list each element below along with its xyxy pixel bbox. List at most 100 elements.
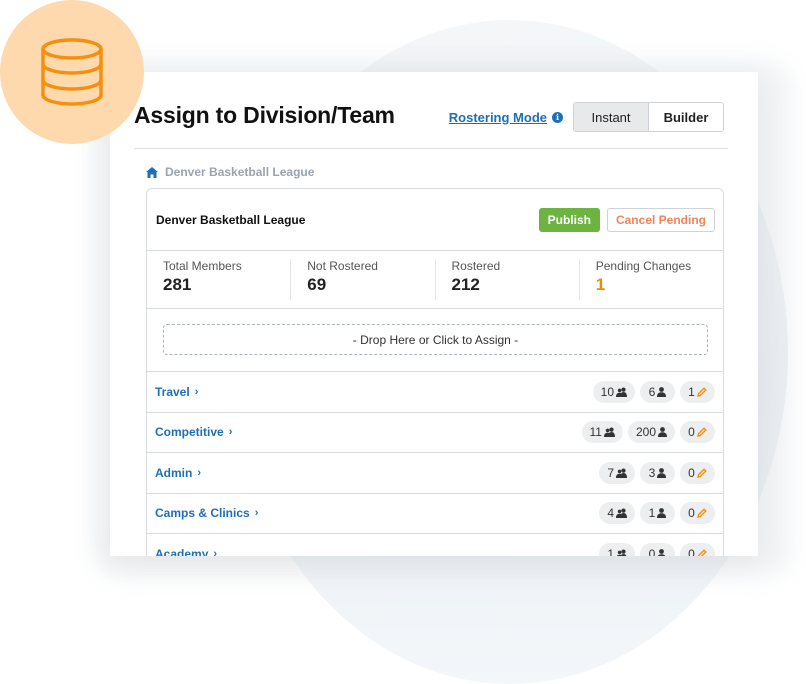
members-count-badge[interactable]: 1: [640, 502, 675, 525]
teams-count: 7: [607, 465, 614, 480]
home-icon[interactable]: [146, 166, 158, 178]
members-count-badge[interactable]: 0: [640, 542, 675, 556]
pending-count-badge[interactable]: 1: [680, 380, 715, 403]
teams-count: 1: [607, 546, 614, 556]
pending-count-badge[interactable]: 0: [680, 421, 715, 444]
pending-count: 0: [688, 465, 695, 480]
teams-count-badge[interactable]: 10: [592, 380, 635, 403]
mode-builder-button[interactable]: Builder: [649, 103, 723, 131]
division-name: Camps & Clinics: [155, 506, 250, 521]
info-circle-icon[interactable]: i: [552, 111, 563, 123]
division-link[interactable]: Camps & Clinics ›: [155, 506, 258, 520]
division-link[interactable]: Competitive ›: [155, 425, 232, 439]
pending-count: 1: [688, 384, 695, 399]
members-count-badge[interactable]: 3: [640, 461, 675, 484]
users-icon: [616, 387, 627, 397]
division-row: Academy › 1 0 0: [147, 534, 723, 556]
division-name: Travel: [155, 384, 190, 399]
pending-count: 0: [688, 506, 695, 521]
league-panel: Denver Basketball League Publish Cancel …: [146, 188, 724, 556]
stat-value: 281: [163, 275, 192, 294]
panel-header: Denver Basketball League Publish Cancel …: [147, 189, 723, 251]
users-icon: [616, 508, 627, 519]
pending-count-badge[interactable]: 0: [680, 502, 715, 525]
teams-count: 10: [600, 384, 614, 399]
stat-rostered: Rostered 212: [436, 259, 580, 300]
stat-value: 212: [451, 275, 480, 294]
members-count: 6: [648, 384, 656, 399]
chevron-right-icon: ›: [213, 547, 218, 556]
stat-pending-changes: Pending Changes 1: [580, 259, 723, 300]
header-divider: [134, 148, 728, 149]
chevron-right-icon: ›: [228, 426, 233, 439]
division-link[interactable]: Travel ›: [155, 385, 198, 399]
stat-not-rostered: Not Rostered 69: [291, 259, 436, 300]
members-count: 200: [635, 425, 656, 440]
division-name: Admin: [155, 465, 193, 480]
publish-button[interactable]: Publish: [538, 207, 600, 232]
pencil-icon: [697, 548, 707, 556]
panel-title: Denver Basketball League: [156, 212, 306, 227]
breadcrumb: Denver Basketball League: [146, 165, 314, 179]
members-count: 3: [648, 465, 656, 480]
stat-total-members: Total Members 281: [147, 259, 292, 300]
panel-actions: Publish Cancel Pending: [538, 207, 715, 232]
division-name: Competitive: [155, 425, 224, 440]
teams-count-badge[interactable]: 1: [599, 542, 635, 556]
division-row: Travel › 10 6 1: [147, 372, 723, 413]
pencil-icon: [696, 386, 707, 397]
decor-badge: [0, 0, 144, 144]
division-row: Camps & Clinics › 4 1 0: [147, 494, 723, 534]
page-title: Assign to Division/Team: [134, 102, 395, 128]
users-icon: [616, 549, 627, 556]
pending-count-badge[interactable]: 0: [680, 542, 715, 556]
pending-count: 0: [688, 546, 695, 556]
pencil-icon: [696, 508, 707, 519]
database-icon: [41, 38, 103, 106]
user-icon: [657, 386, 667, 397]
decor-badge-circle: [0, 0, 144, 144]
pending-count: 0: [688, 425, 695, 440]
division-row: Admin › 7 3 0: [147, 453, 723, 494]
cancel-pending-button[interactable]: Cancel Pending: [606, 207, 715, 232]
stat-label: Not Rostered: [307, 259, 378, 273]
user-icon: [657, 548, 666, 556]
stat-value: 1: [595, 275, 606, 294]
teams-count: 4: [607, 506, 614, 521]
division-list: Travel › 10 6 1 Competitive › 11 200 0 Admin › 7 3 0 Ca…: [147, 372, 723, 556]
division-row: Competitive › 11 200 0: [147, 413, 723, 453]
drop-zone[interactable]: - Drop Here or Click to Assign -: [163, 324, 708, 355]
division-counts: 7 3 0: [599, 461, 715, 484]
teams-count-badge[interactable]: 7: [599, 461, 635, 484]
members-count: 0: [648, 546, 656, 556]
division-link[interactable]: Admin ›: [155, 466, 201, 480]
users-icon: [603, 427, 615, 438]
user-icon: [657, 508, 667, 519]
division-counts: 10 6 1: [592, 380, 715, 403]
user-icon: [658, 427, 667, 438]
division-name: Academy: [155, 546, 209, 556]
teams-count: 11: [589, 425, 602, 440]
teams-count-badge[interactable]: 4: [599, 502, 635, 525]
members-count-badge[interactable]: 6: [640, 380, 675, 403]
pending-count-badge[interactable]: 0: [680, 461, 715, 484]
teams-count-badge[interactable]: 11: [581, 421, 623, 444]
division-link[interactable]: Academy ›: [155, 547, 217, 556]
stat-label: Total Members: [163, 259, 242, 273]
stat-value: 69: [307, 275, 327, 294]
stat-label: Pending Changes: [595, 259, 692, 273]
stats-bar: Total Members 281 Not Rostered 69 Roster…: [147, 251, 723, 309]
members-count-badge[interactable]: 200: [627, 421, 675, 444]
users-icon: [616, 468, 627, 478]
division-counts: 4 1 0: [599, 502, 715, 525]
pencil-icon: [696, 427, 707, 438]
rostering-mode-link[interactable]: Rostering Mode: [449, 110, 547, 125]
mode-instant-button[interactable]: Instant: [574, 103, 649, 131]
members-count: 1: [648, 506, 656, 521]
breadcrumb-item[interactable]: Denver Basketball League: [165, 165, 314, 179]
division-counts: 1 0 0: [599, 542, 715, 556]
chevron-right-icon: ›: [194, 385, 199, 398]
rostering-mode-control: Rostering Mode i Instant Builder: [449, 102, 724, 132]
drop-zone-wrapper: - Drop Here or Click to Assign -: [147, 309, 723, 372]
mode-toggle: Instant Builder: [573, 102, 724, 132]
